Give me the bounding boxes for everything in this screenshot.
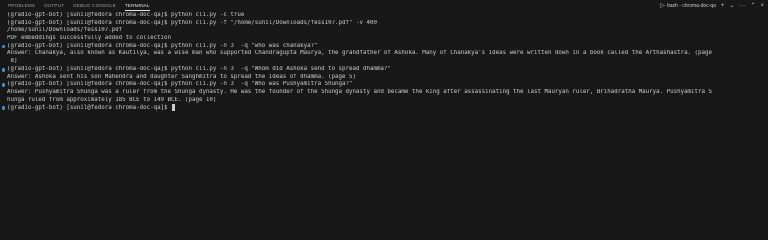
terminal-line: hunga ruled from approximately 185 BCE t… <box>0 97 768 105</box>
terminal-line-text: /home/sunil/Downloads/fess107.pdf <box>7 27 123 34</box>
terminal-line-text: Answer: Pushyamitra Shunga was a ruler f… <box>7 88 712 95</box>
terminal-line-text: (gradio-gpt-bot) [sunil@fedora chroma-do… <box>7 105 172 111</box>
command-decoration-icon[interactable] <box>1 44 5 49</box>
terminal-instance-label: bash - chroma-doc-qa <box>666 3 716 9</box>
command-decoration-icon[interactable] <box>1 106 5 110</box>
command-decoration-icon[interactable] <box>1 83 5 87</box>
terminal-line-text: (gradio-gpt-bot) [sunil@fedora chroma-do… <box>7 12 245 18</box>
terminal-output[interactable]: (gradio-gpt-bot) [sunil@fedora chroma-do… <box>0 12 768 112</box>
terminal-line-text: 8) <box>7 58 18 65</box>
terminal-line-text: (gradio-gpt-bot) [sunil@fedora chroma-do… <box>7 42 318 49</box>
terminal-cursor <box>172 104 176 111</box>
terminal-line: (gradio-gpt-bot) [sunil@fedora chroma-do… <box>0 104 768 112</box>
tab-problems[interactable]: PROBLEMS <box>8 0 35 12</box>
panel-tab-bar: PROBLEMS OUTPUT DEBUG CONSOLE TERMINAL ▷… <box>0 0 768 12</box>
chevron-up-icon[interactable]: ⌃ <box>750 3 755 9</box>
tab-debug-console[interactable]: DEBUG CONSOLE <box>73 0 116 12</box>
terminal-line-text: Answer: Chanakya, also known as Kautilya… <box>7 50 712 57</box>
terminal-line: (gradio-gpt-bot) [sunil@fedora chroma-do… <box>0 66 768 74</box>
terminal-line: Answer: Ashoka sent his son Mahendra and… <box>0 74 768 82</box>
terminal-line: /home/sunil/Downloads/fess107.pdf <box>0 27 768 35</box>
plus-icon[interactable]: + <box>721 3 725 9</box>
terminal-line: Answer: Chanakya, also known as Kautilya… <box>0 50 768 58</box>
tab-output[interactable]: OUTPUT <box>44 0 64 12</box>
terminal-line: 8) <box>0 58 768 66</box>
close-icon[interactable]: × <box>760 3 764 9</box>
terminal-line: (gradio-gpt-bot) [sunil@fedora chroma-do… <box>0 20 768 28</box>
terminal-instance-selector[interactable]: ▷ bash - chroma-doc-qa <box>660 3 716 9</box>
ellipsis-icon[interactable]: ··· <box>739 3 745 9</box>
terminal-line: PDF embeddings successfully added to col… <box>0 35 768 43</box>
terminal-line-text: hunga ruled from approximately 185 BCE t… <box>7 96 217 103</box>
terminal-line: Answer: Pushyamitra Shunga was a ruler f… <box>0 89 768 97</box>
terminal-line-text: (gradio-gpt-bot) [sunil@fedora chroma-do… <box>7 19 377 26</box>
terminal-line-text: (gradio-gpt-bot) [sunil@fedora chroma-do… <box>7 65 391 72</box>
terminal-line: (gradio-gpt-bot) [sunil@fedora chroma-do… <box>0 12 768 20</box>
terminal-toolbar: ▷ bash - chroma-doc-qa + ⌄ ··· ⌃ × <box>660 0 764 12</box>
tab-terminal[interactable]: TERMINAL <box>124 0 150 12</box>
terminal-panel: PROBLEMS OUTPUT DEBUG CONSOLE TERMINAL ▷… <box>0 0 768 229</box>
terminal-icon: ▷ <box>660 3 665 9</box>
chevron-down-icon[interactable]: ⌄ <box>729 3 734 9</box>
command-decoration-icon[interactable] <box>1 68 5 72</box>
terminal-line-text: Answer: Ashoka sent his son Mahendra and… <box>7 73 357 80</box>
terminal-line: (gradio-gpt-bot) [sunil@fedora chroma-do… <box>0 81 768 89</box>
terminal-line-text: (gradio-gpt-bot) [sunil@fedora chroma-do… <box>7 81 353 88</box>
terminal-line: (gradio-gpt-bot) [sunil@fedora chroma-do… <box>0 43 768 51</box>
terminal-line-text: PDF embeddings successfully added to col… <box>7 35 172 42</box>
